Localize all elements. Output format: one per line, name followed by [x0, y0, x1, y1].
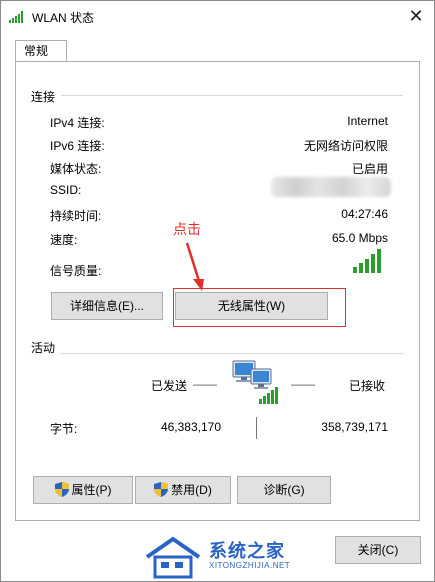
ssid-value-blurred — [271, 177, 391, 197]
window-title: WLAN 状态 — [32, 11, 95, 25]
title-bar: WLAN 状态 ✕ — [1, 1, 434, 31]
close-window-button[interactable]: ✕ — [399, 1, 433, 31]
speed-value: 65.0 Mbps — [331, 231, 388, 245]
bytes-sent-value: 46,383,170 — [160, 420, 221, 434]
duration-label: 持续时间: — [50, 209, 102, 223]
bytes-divider — [256, 417, 257, 439]
watermark-url: XITONGZHIJIA.NET — [209, 561, 291, 570]
close-button[interactable]: 关闭(C) — [335, 536, 421, 564]
details-button[interactable]: 详细信息(E)... — [51, 292, 163, 320]
watermark: 系统之家 XITONGZHIJIA.NET — [141, 531, 321, 582]
red-arrow-icon — [185, 242, 204, 291]
received-dash: —— — [291, 377, 315, 391]
signal-bars-icon — [353, 249, 381, 273]
diagnose-button[interactable]: 诊断(G) — [237, 476, 331, 504]
watermark-text: 系统之家 — [209, 541, 285, 561]
connection-group-title: 连接 — [31, 88, 62, 105]
house-logo-icon — [145, 536, 201, 579]
disable-label: 禁用(D) — [171, 483, 212, 497]
uac-shield-icon — [54, 482, 69, 497]
wifi-signal-icon — [9, 11, 23, 23]
ipv6-value: 无网络访问权限 — [303, 139, 388, 153]
wlan-status-window: WLAN 状态 ✕ 常规 连接 IPv4 连接: Internet IPv6 连… — [0, 0, 435, 582]
ipv4-label: IPv4 连接: — [50, 116, 105, 130]
click-annotation: 点击 — [173, 221, 201, 237]
ipv6-label: IPv6 连接: — [50, 139, 105, 153]
properties-button[interactable]: 属性(P) — [33, 476, 133, 504]
network-computers-icon — [232, 360, 278, 404]
activity-group-divider — [31, 353, 403, 354]
connection-group-divider — [31, 95, 403, 96]
bytes-label: 字节: — [50, 422, 78, 436]
properties-label: 属性(P) — [71, 483, 112, 497]
received-label: 已接收 — [349, 379, 386, 393]
media-state-label: 媒体状态: — [50, 162, 102, 176]
sent-label: 已发送 — [151, 379, 188, 393]
duration-value: 04:27:46 — [341, 207, 388, 221]
highlight-box — [173, 288, 346, 327]
ssid-label: SSID: — [50, 183, 82, 197]
sent-dash: —— — [193, 377, 217, 391]
signal-quality-label: 信号质量: — [50, 264, 102, 278]
activity-group-title: 活动 — [31, 339, 62, 356]
disable-button[interactable]: 禁用(D) — [135, 476, 231, 504]
tab-strip: 常规 — [1, 31, 434, 62]
tab-general[interactable]: 常规 — [15, 40, 67, 62]
speed-label: 速度: — [50, 233, 78, 247]
media-state-value: 已启用 — [351, 162, 388, 176]
bytes-received-value: 358,739,171 — [321, 420, 388, 434]
ipv4-value: Internet — [347, 114, 388, 128]
uac-shield-icon — [154, 482, 169, 497]
